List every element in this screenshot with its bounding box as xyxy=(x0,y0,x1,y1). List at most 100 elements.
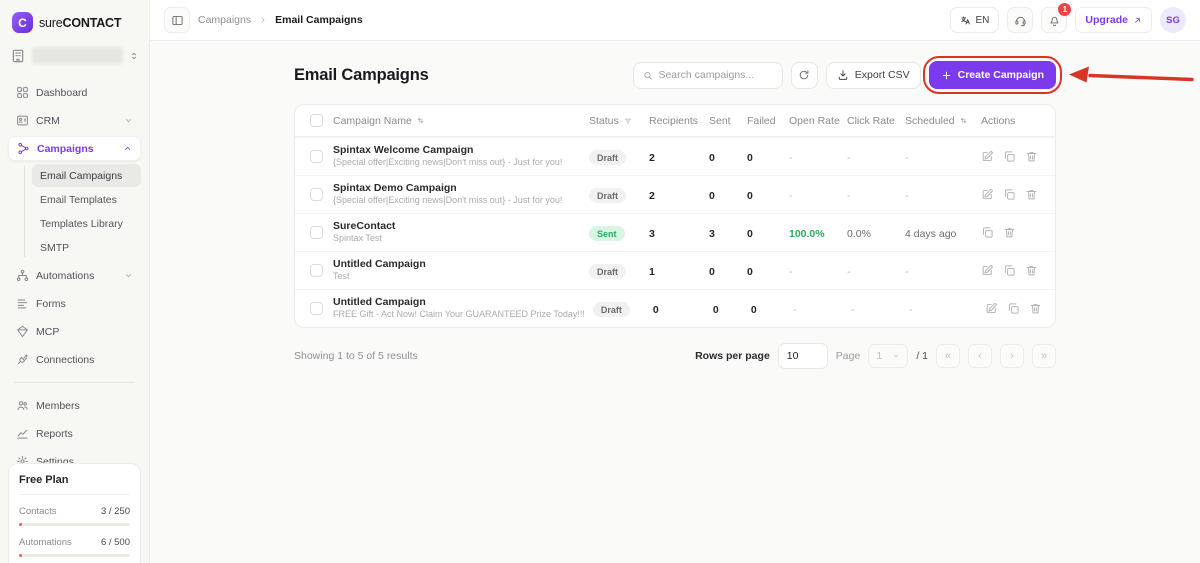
previous-page-button[interactable]: ‹ xyxy=(968,344,992,368)
sent-value: 0 xyxy=(712,303,719,316)
row-checkbox[interactable] xyxy=(309,264,323,277)
sidebar-item-templates-library[interactable]: Templates Library xyxy=(32,212,141,235)
col-header-status[interactable]: Status xyxy=(589,115,649,127)
contacts-progress-bar xyxy=(19,523,130,526)
edit-button[interactable] xyxy=(985,302,998,315)
duplicate-button[interactable] xyxy=(1003,150,1016,163)
sidebar-item-mcp[interactable]: MCP xyxy=(8,319,141,344)
rows-per-page-input[interactable] xyxy=(777,343,828,369)
last-page-button[interactable]: » xyxy=(1032,344,1056,368)
sidebar-item-smtp[interactable]: SMTP xyxy=(32,236,141,259)
campaigns-submenu: Email Campaigns Email Templates Template… xyxy=(8,164,141,259)
export-csv-label: Export CSV xyxy=(854,69,910,81)
chevron-up-icon xyxy=(125,146,130,150)
delete-button[interactable] xyxy=(1025,150,1038,163)
next-page-button[interactable]: › xyxy=(1000,344,1024,368)
duplicate-icon xyxy=(1004,151,1015,162)
sidebar-item-label: Connections xyxy=(36,353,95,366)
scheduled-value: - xyxy=(905,151,909,164)
sidebar-item-reports[interactable]: Reports xyxy=(8,421,141,446)
sidebar-divider xyxy=(14,382,135,383)
upgrade-button[interactable]: Upgrade xyxy=(1075,7,1152,33)
sent-value: 0 xyxy=(709,265,715,278)
col-header-campaign-name[interactable]: Campaign Name xyxy=(333,115,589,127)
page-select[interactable]: 1 xyxy=(868,344,909,368)
notifications-button[interactable]: 1 xyxy=(1041,3,1072,33)
edit-button[interactable] xyxy=(981,150,994,163)
support-button[interactable] xyxy=(1007,7,1034,33)
export-csv-button[interactable]: Export CSV xyxy=(825,61,921,89)
delete-button[interactable] xyxy=(1025,264,1038,277)
sidebar-item-dashboard[interactable]: Dashboard xyxy=(8,80,141,105)
sidebar-item-email-campaigns[interactable]: Email Campaigns xyxy=(32,164,141,187)
click-rate-value: - xyxy=(847,189,851,202)
campaign-name[interactable]: Untitled Campaign xyxy=(333,258,589,272)
row-checkbox[interactable] xyxy=(309,150,323,163)
sidebar-item-label: Campaigns xyxy=(37,142,94,155)
page-label: Page xyxy=(835,350,861,362)
sort-icon[interactable] xyxy=(959,116,968,125)
create-campaign-button[interactable]: Create Campaign xyxy=(928,61,1056,89)
edit-button[interactable] xyxy=(981,264,994,277)
table-row: Untitled Campaign FREE Gift - Act Now! Cl… xyxy=(295,289,1055,327)
scheduled-value: - xyxy=(905,189,909,202)
campaign-name[interactable]: SureContact xyxy=(333,220,589,234)
duplicate-button[interactable] xyxy=(1003,264,1016,277)
duplicate-button[interactable] xyxy=(1007,302,1020,315)
delete-button[interactable] xyxy=(1025,188,1038,201)
sidebar-item-forms[interactable]: Forms xyxy=(8,291,141,316)
campaign-name[interactable]: Untitled Campaign xyxy=(333,296,593,310)
table-footer: Showing 1 to 5 of 5 results Rows per pag… xyxy=(294,343,1056,369)
delete-button[interactable] xyxy=(1003,226,1016,239)
failed-value: 0 xyxy=(747,265,753,278)
bell-icon xyxy=(1050,16,1059,26)
sort-icon[interactable] xyxy=(416,116,425,125)
plus-icon xyxy=(942,71,950,79)
sidebar-item-members[interactable]: Members xyxy=(8,393,141,418)
recipients-value: 1 xyxy=(649,265,655,278)
duplicate-button[interactable] xyxy=(1003,188,1016,201)
search-input[interactable] xyxy=(658,69,773,81)
user-avatar[interactable]: SG xyxy=(1160,7,1186,33)
sidebar-item-automations[interactable]: Automations xyxy=(8,263,141,288)
recipients-value: 2 xyxy=(649,151,655,164)
sidebar-item-label: MCP xyxy=(36,325,60,338)
sidebar-item-crm[interactable]: CRM xyxy=(8,108,141,133)
refresh-button[interactable] xyxy=(790,61,818,89)
row-checkbox[interactable] xyxy=(309,302,323,315)
edit-button[interactable] xyxy=(981,188,994,201)
breadcrumb-campaigns[interactable]: Campaigns xyxy=(198,14,251,26)
workspace-name-redacted xyxy=(32,47,123,64)
recipients-value: 2 xyxy=(649,189,655,202)
workspace-selector[interactable] xyxy=(10,47,139,64)
brand-logo: C sureCONTACT xyxy=(0,0,149,39)
plan-usage-automations: Automations 6 / 500 xyxy=(19,537,130,548)
row-checkbox[interactable] xyxy=(309,226,323,239)
failed-value: 0 xyxy=(747,189,753,202)
main-content: Email Campaigns Export CSV Create Campai… xyxy=(150,41,1200,563)
select-all-checkbox[interactable] xyxy=(309,114,323,127)
campaign-name[interactable]: Spintax Demo Campaign xyxy=(333,182,589,196)
campaign-subject: FREE Gift - Act Now! Claim Your GUARANTE… xyxy=(333,309,585,320)
first-page-button[interactable]: « xyxy=(936,344,960,368)
click-rate-value: - xyxy=(850,303,855,316)
sidebar-item-campaigns[interactable]: Campaigns xyxy=(8,136,141,161)
failed-value: 0 xyxy=(747,227,753,240)
duplicate-button[interactable] xyxy=(981,226,994,239)
col-header-sent: Sent xyxy=(709,114,731,127)
scheduled-value: - xyxy=(908,303,913,316)
sidebar-item-email-templates[interactable]: Email Templates xyxy=(32,188,141,211)
row-checkbox[interactable] xyxy=(309,188,323,201)
create-campaign-label: Create Campaign xyxy=(957,69,1044,81)
sidebar-item-connections[interactable]: Connections xyxy=(8,347,141,372)
recipients-value: 0 xyxy=(652,303,659,316)
campaign-name[interactable]: Spintax Welcome Campaign xyxy=(333,144,589,158)
results-summary: Showing 1 to 5 of 5 results xyxy=(294,350,418,362)
chevron-down-icon xyxy=(894,354,899,358)
usage-value: 3 / 250 xyxy=(100,506,130,517)
filter-icon[interactable] xyxy=(623,116,633,126)
delete-button[interactable] xyxy=(1029,302,1042,315)
language-selector-button[interactable]: EN xyxy=(949,7,1000,33)
col-header-scheduled[interactable]: Scheduled xyxy=(905,115,981,127)
sidebar-toggle-button[interactable] xyxy=(164,7,190,33)
